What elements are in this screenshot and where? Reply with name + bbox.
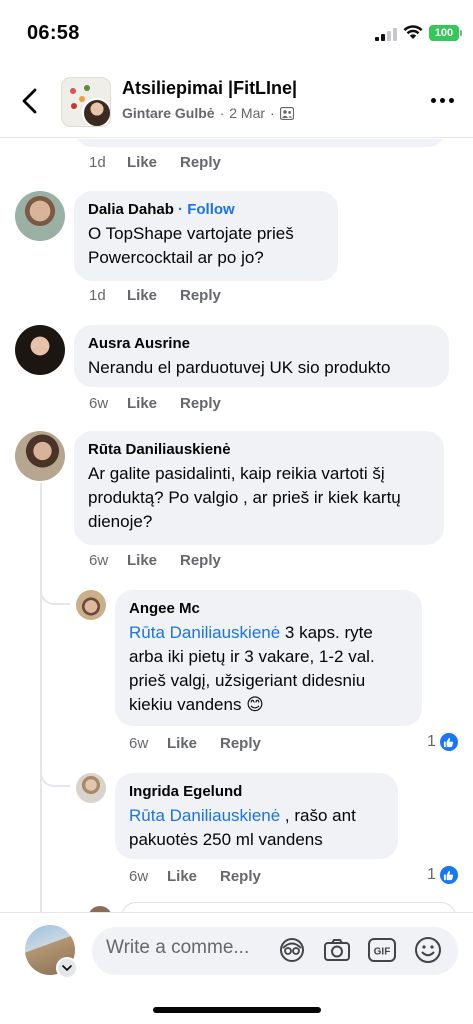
battery-icon: 100 <box>429 25 462 41</box>
status-time: 06:58 <box>27 22 80 44</box>
thumbs-up-icon <box>438 732 459 752</box>
comment-time: 6w <box>89 552 109 569</box>
comment-text: Ar galite pasidalinti, kaip reikia varto… <box>88 464 401 531</box>
comment-time: 6w <box>129 735 149 752</box>
comment-author[interactable]: Angee Mc <box>129 599 409 619</box>
comment-actions: 6w Like Reply <box>129 735 261 752</box>
like-button[interactable]: Like <box>127 287 180 304</box>
comments-list: 1d Like Reply Dalia Dahab · Follow O Top… <box>0 139 473 912</box>
avatar[interactable] <box>15 431 65 481</box>
comment-text: Rūta Daniliauskienė , rašo ant pakuotės … <box>129 806 356 849</box>
meta-separator: · <box>219 105 225 121</box>
reply-button[interactable]: Reply <box>220 868 261 885</box>
thread-line <box>40 483 42 912</box>
camera-icon[interactable] <box>322 935 352 965</box>
comment-bubble: Ausra Ausrine Nerandu el parduotuvej UK … <box>74 325 449 387</box>
post-meta: Gintare Gulbė · 2 Mar · <box>122 105 294 121</box>
reaction-count: 1 <box>427 733 436 750</box>
home-indicator <box>153 1007 321 1013</box>
group-avatar[interactable] <box>61 77 111 127</box>
more-dots-icon[interactable] <box>431 98 454 103</box>
reply-button[interactable]: Reply <box>220 735 261 752</box>
meta-separator: · <box>270 105 275 121</box>
comment-author[interactable]: Ingrida Egelund <box>129 782 385 802</box>
comment-time: 1d <box>89 154 106 171</box>
reply-button[interactable]: Reply <box>180 395 221 412</box>
comment-bubble: Dalia Dahab · Follow O TopShape vartojat… <box>74 191 338 281</box>
wifi-icon <box>403 25 423 39</box>
post-author[interactable]: Gintare Gulbė <box>122 105 215 121</box>
comment-time: 6w <box>129 868 149 885</box>
avatar-sticker-icon[interactable] <box>277 935 307 965</box>
avatar[interactable] <box>15 325 65 375</box>
reply-button[interactable]: Reply <box>180 552 221 569</box>
comment-actions: 6w Like Reply <box>89 395 221 412</box>
reply-button[interactable]: Reply <box>180 154 221 171</box>
post-date: 2 Mar <box>229 105 266 121</box>
like-button[interactable]: Like <box>127 552 180 569</box>
chevron-down-icon[interactable] <box>56 957 78 979</box>
reply-button[interactable]: Reply <box>180 287 221 304</box>
comment-actions: 1d Like Reply <box>89 154 221 171</box>
thread-connector <box>40 765 70 787</box>
comment-time: 1d <box>89 287 106 304</box>
status-bar: 06:58 100 <box>0 0 473 64</box>
reaction-summary[interactable]: 1 <box>427 732 459 752</box>
comment-placeholder: Write a comme... <box>106 937 250 958</box>
comment-bubble: Rūta Daniliauskienė Ar galite pasidalint… <box>74 431 444 545</box>
comment-actions: 1d Like Reply <box>89 287 221 304</box>
like-button[interactable]: Like <box>167 735 220 752</box>
comment-text: Rūta Daniliauskienė 3 kaps. ryte arba ik… <box>129 623 375 714</box>
chevron-left-icon[interactable] <box>16 86 44 116</box>
like-button[interactable]: Like <box>127 395 180 412</box>
comment-text: Nerandu el parduotuvej UK sio produkto <box>88 358 391 377</box>
avatar[interactable] <box>76 590 106 620</box>
people-icon <box>279 106 294 120</box>
comment-author[interactable]: Rūta Daniliauskienė <box>88 440 431 460</box>
reply-bubble: Angee Mc Rūta Daniliauskienė 3 kaps. ryt… <box>115 590 422 726</box>
reaction-summary[interactable]: 1 <box>427 865 459 885</box>
thumbs-up-icon <box>438 865 459 885</box>
post-header: Atsiliepimai |FitLIne| Gintare Gulbė · 2… <box>0 64 473 138</box>
reply-input-partial[interactable] <box>121 902 456 912</box>
comment-text: O TopShape vartojate prieš Powercocktail… <box>88 224 294 267</box>
emoji-icon[interactable] <box>413 935 443 965</box>
mention-link[interactable]: Rūta Daniliauskienė <box>129 623 280 642</box>
reply-bubble: Ingrida Egelund Rūta Daniliauskienė , ra… <box>115 773 398 859</box>
avatar[interactable] <box>15 191 65 241</box>
comment-time: 6w <box>89 395 109 412</box>
like-button[interactable]: Like <box>127 154 180 171</box>
mention-link[interactable]: Rūta Daniliauskienė <box>129 806 280 825</box>
like-button[interactable]: Like <box>167 868 220 885</box>
avatar[interactable] <box>76 773 106 803</box>
group-title[interactable]: Atsiliepimai |FitLIne| <box>122 78 297 99</box>
comment-author[interactable]: Ausra Ausrine <box>88 334 436 354</box>
reaction-count: 1 <box>427 866 436 883</box>
comment-actions: 6w Like Reply <box>129 868 261 885</box>
gif-icon[interactable]: GIF <box>367 935 397 965</box>
previous-comment-bubble <box>74 139 446 147</box>
signal-icon <box>375 27 397 41</box>
follow-link[interactable]: · Follow <box>178 201 235 218</box>
comment-actions: 6w Like Reply <box>89 552 221 569</box>
thread-connector <box>40 583 70 605</box>
svg-text:GIF: GIF <box>374 947 391 958</box>
comment-author[interactable]: Dalia Dahab · Follow <box>88 200 325 220</box>
